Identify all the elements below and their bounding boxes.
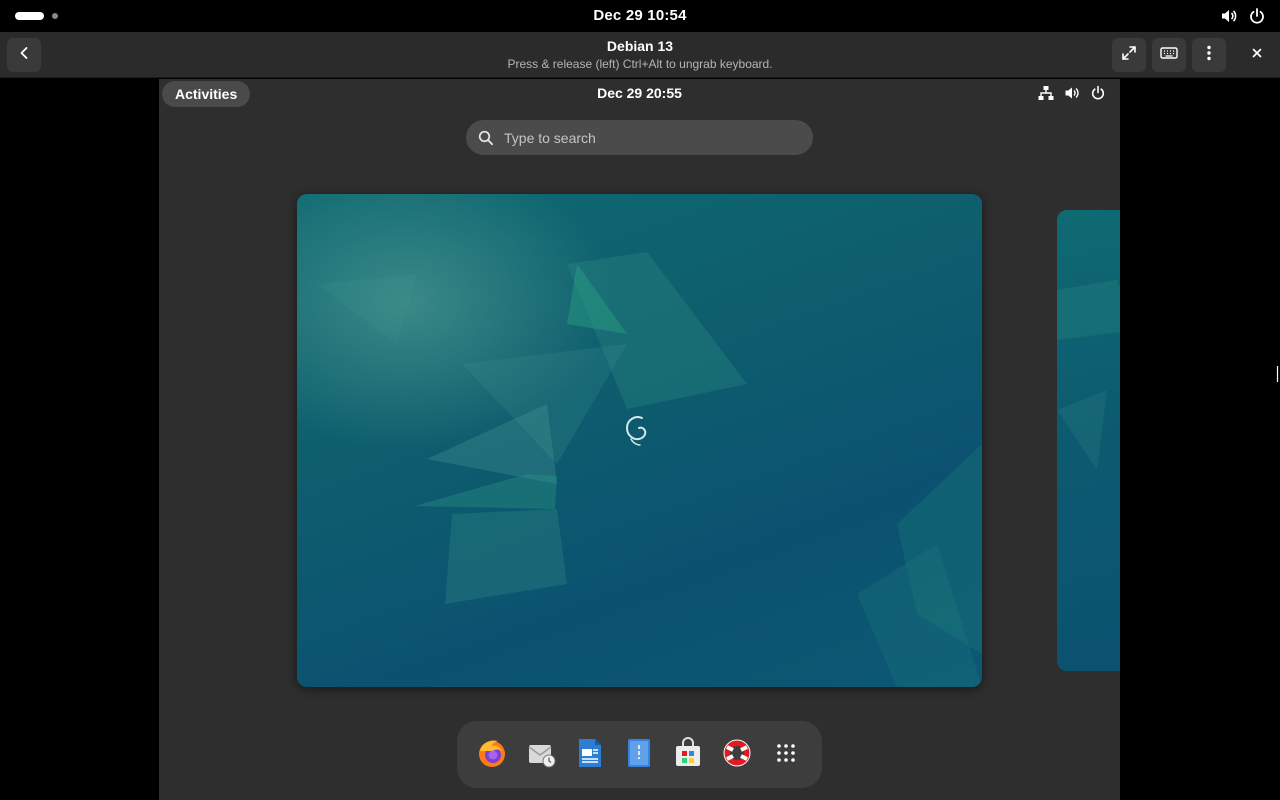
guest-status-area[interactable] bbox=[1038, 85, 1106, 106]
software-icon bbox=[672, 736, 704, 774]
volume-icon bbox=[1220, 7, 1238, 25]
close-button[interactable] bbox=[1240, 38, 1274, 72]
menu-icon bbox=[1207, 45, 1211, 66]
dock-item-writer[interactable] bbox=[573, 738, 607, 772]
search-input[interactable] bbox=[504, 129, 794, 146]
show-apps-button[interactable] bbox=[769, 738, 803, 772]
host-status-area[interactable] bbox=[1220, 7, 1266, 25]
search-icon bbox=[478, 130, 494, 146]
keyboard-button[interactable] bbox=[1152, 38, 1186, 72]
vm-title: Debian 13 bbox=[606, 38, 674, 54]
fullscreen-button[interactable] bbox=[1112, 38, 1146, 72]
writer-icon bbox=[574, 737, 606, 774]
dock-item-text-editor[interactable] bbox=[622, 738, 656, 772]
host-top-bar: Dec 29 10:54 bbox=[0, 0, 1280, 32]
text-editor-icon bbox=[623, 737, 655, 774]
menu-button[interactable] bbox=[1192, 38, 1226, 72]
vm-display[interactable]: Activities Dec 29 20:55 bbox=[159, 79, 1120, 800]
help-icon bbox=[721, 737, 753, 774]
vm-subtitle: Press & release (left) Ctrl+Alt to ungra… bbox=[507, 57, 773, 71]
app-grid-icon bbox=[776, 743, 796, 768]
evolution-icon bbox=[525, 737, 557, 774]
dock-item-firefox[interactable] bbox=[475, 738, 509, 772]
workspace-thumbnail[interactable] bbox=[297, 194, 982, 687]
host-clock[interactable]: Dec 29 10:54 bbox=[0, 7, 1280, 24]
volume-icon bbox=[1064, 85, 1080, 106]
debian-logo-icon bbox=[625, 416, 647, 446]
guest-clock[interactable]: Dec 29 20:55 bbox=[159, 85, 1120, 101]
close-icon bbox=[1251, 46, 1263, 64]
search-field[interactable] bbox=[466, 120, 813, 155]
next-workspace-thumbnail[interactable] bbox=[1057, 210, 1120, 671]
network-icon bbox=[1038, 85, 1054, 106]
text-cursor-icon bbox=[1276, 366, 1279, 382]
dock-item-software[interactable] bbox=[671, 736, 705, 774]
firefox-icon bbox=[476, 737, 508, 774]
power-icon bbox=[1090, 85, 1106, 106]
vm-header-bar: Debian 13 Press & release (left) Ctrl+Al… bbox=[0, 32, 1280, 78]
dock-item-evolution[interactable] bbox=[524, 738, 558, 772]
dash bbox=[457, 721, 822, 788]
keyboard-icon bbox=[1160, 46, 1178, 65]
power-icon bbox=[1248, 7, 1266, 25]
fullscreen-icon bbox=[1121, 45, 1137, 66]
dock-item-help[interactable] bbox=[720, 738, 754, 772]
wallpaper bbox=[1057, 280, 1120, 470]
